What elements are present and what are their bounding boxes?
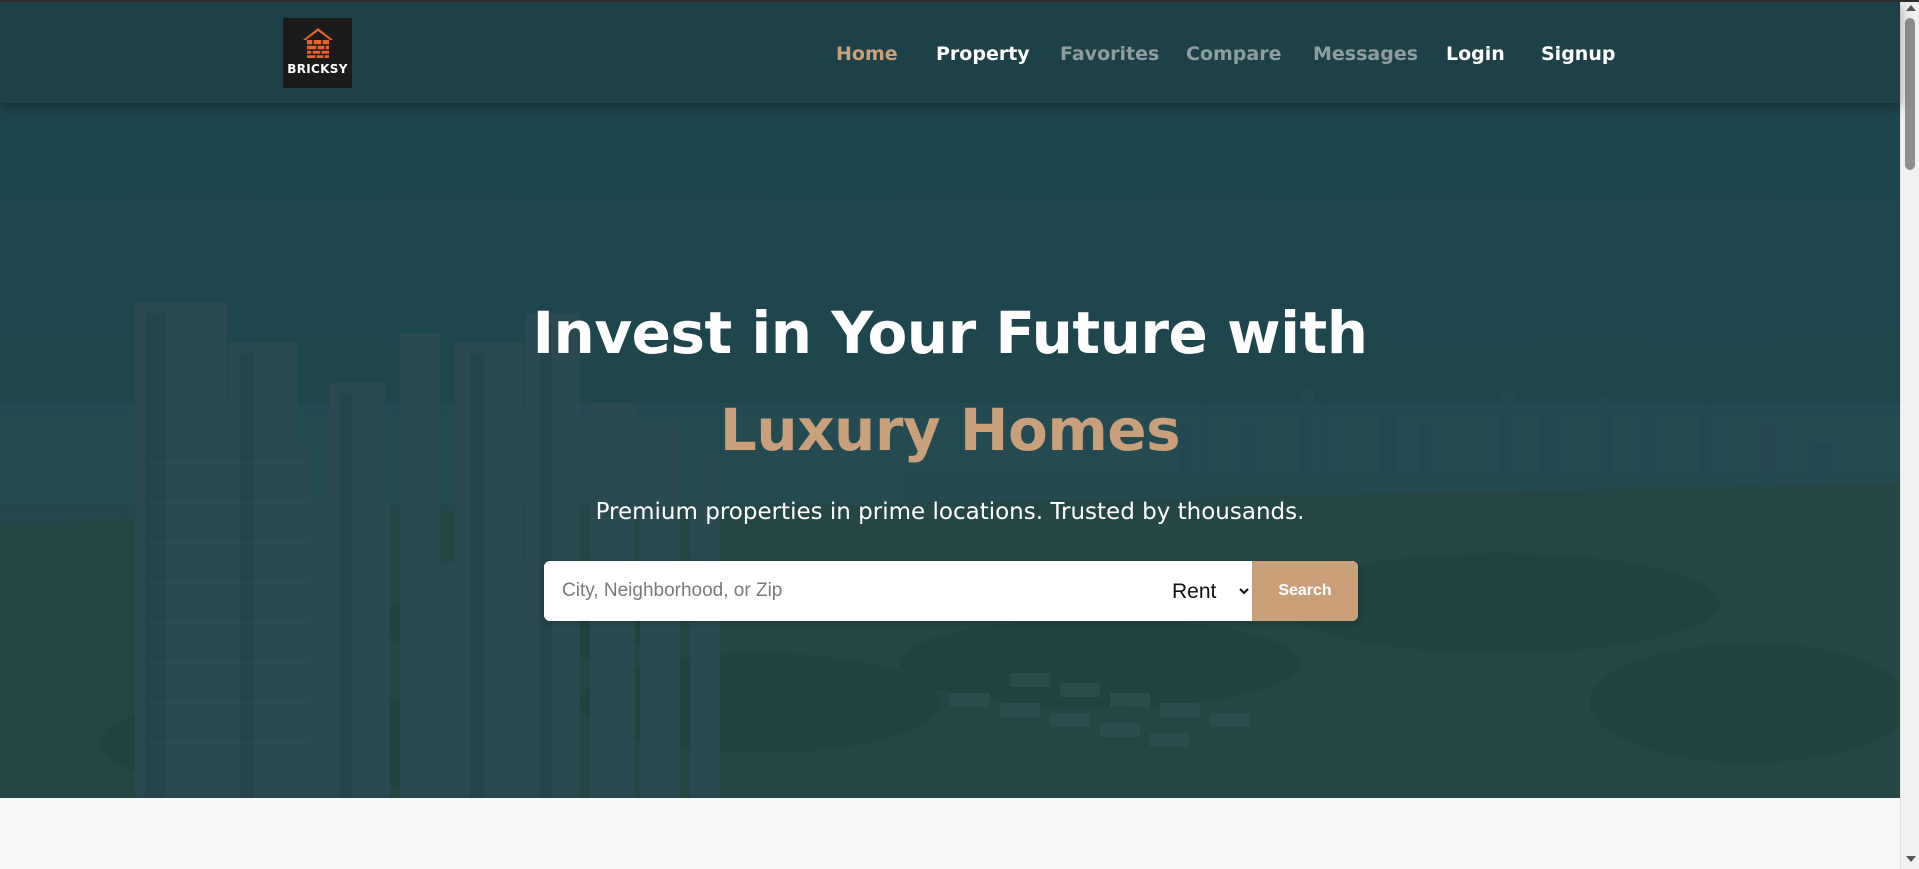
- search-input[interactable]: [544, 561, 1156, 621]
- nav-link-login[interactable]: Login: [1446, 43, 1505, 65]
- nav-link-compare[interactable]: Compare: [1186, 43, 1281, 65]
- scroll-up-arrow-icon[interactable]: [1906, 5, 1916, 11]
- hero-section: Invest in Your Future with Luxury Homes …: [0, 103, 1900, 798]
- navbar: BRICKSY Home Property Favorites Compare …: [0, 2, 1900, 103]
- page-scrollbar[interactable]: [1900, 0, 1919, 869]
- hero-highlight: Luxury Homes: [719, 396, 1181, 464]
- hero-subtitle: Premium properties in prime locations. T…: [595, 499, 1305, 525]
- scroll-thumb[interactable]: [1905, 18, 1915, 170]
- search-bar: Rent Search: [544, 561, 1358, 621]
- nav-link-favorites[interactable]: Favorites: [1060, 43, 1159, 65]
- nav-link-signup[interactable]: Signup: [1541, 43, 1615, 65]
- nav-link-home[interactable]: Home: [836, 43, 898, 65]
- hero-title: Invest in Your Future with: [532, 299, 1368, 367]
- nav-links: Home Property Favorites Compare Messages…: [0, 2, 1900, 103]
- search-button[interactable]: Search: [1252, 561, 1358, 621]
- window-top-edge: [0, 0, 1919, 2]
- listing-type-select[interactable]: Rent: [1156, 561, 1252, 621]
- nav-link-messages[interactable]: Messages: [1313, 43, 1418, 65]
- nav-link-property[interactable]: Property: [936, 43, 1030, 65]
- scroll-down-arrow-icon[interactable]: [1906, 856, 1916, 862]
